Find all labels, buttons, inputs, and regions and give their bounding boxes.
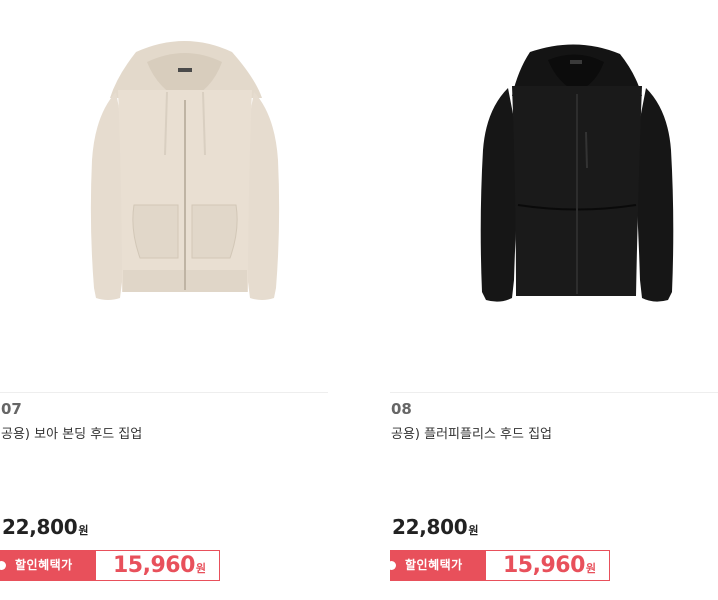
notch-dot-icon — [387, 561, 396, 570]
divider — [0, 392, 328, 393]
divider — [390, 392, 718, 393]
price-value: 22,800 — [2, 515, 78, 539]
discount-label: 할인혜택가 — [1, 551, 96, 580]
product-number: 08 — [391, 400, 412, 418]
black-hoodie-image — [480, 44, 674, 302]
original-price: 22,800원 — [392, 515, 479, 539]
product-image[interactable] — [390, 0, 718, 392]
discount-label: 할인혜택가 — [391, 551, 486, 580]
sale-price: 15,960원 — [113, 551, 206, 583]
discount-price-box: 할인혜택가 15,960원 — [0, 550, 220, 581]
sale-price-value: 15,960 — [113, 553, 195, 578]
sale-price-unit: 원 — [195, 562, 207, 575]
discount-price-box: 할인혜택가 15,960원 — [387, 550, 610, 583]
product-image[interactable] — [0, 0, 328, 392]
beige-hoodie-image — [90, 41, 280, 300]
sale-price-value: 15,960 — [503, 553, 585, 578]
product-number: 07 — [1, 400, 22, 418]
price-value: 22,800 — [392, 515, 468, 539]
original-price: 22,800원 — [2, 515, 89, 539]
product-card-08[interactable]: 08 공용) 플러피플리스 후드 집업 22,800원 할인혜택가 15,960… — [387, 0, 718, 600]
price-unit: 원 — [78, 524, 89, 537]
product-name[interactable]: 공용) 플러피플리스 후드 집업 — [391, 423, 552, 442]
price-unit: 원 — [468, 524, 479, 537]
product-name[interactable]: 공용) 보아 본딩 후드 집업 — [1, 423, 142, 442]
product-card-07[interactable]: 07 공용) 보아 본딩 후드 집업 22,800원 할인혜택가 15,960원 — [0, 0, 328, 600]
sale-price: 15,960원 — [503, 551, 596, 583]
sale-price-unit: 원 — [585, 562, 597, 575]
